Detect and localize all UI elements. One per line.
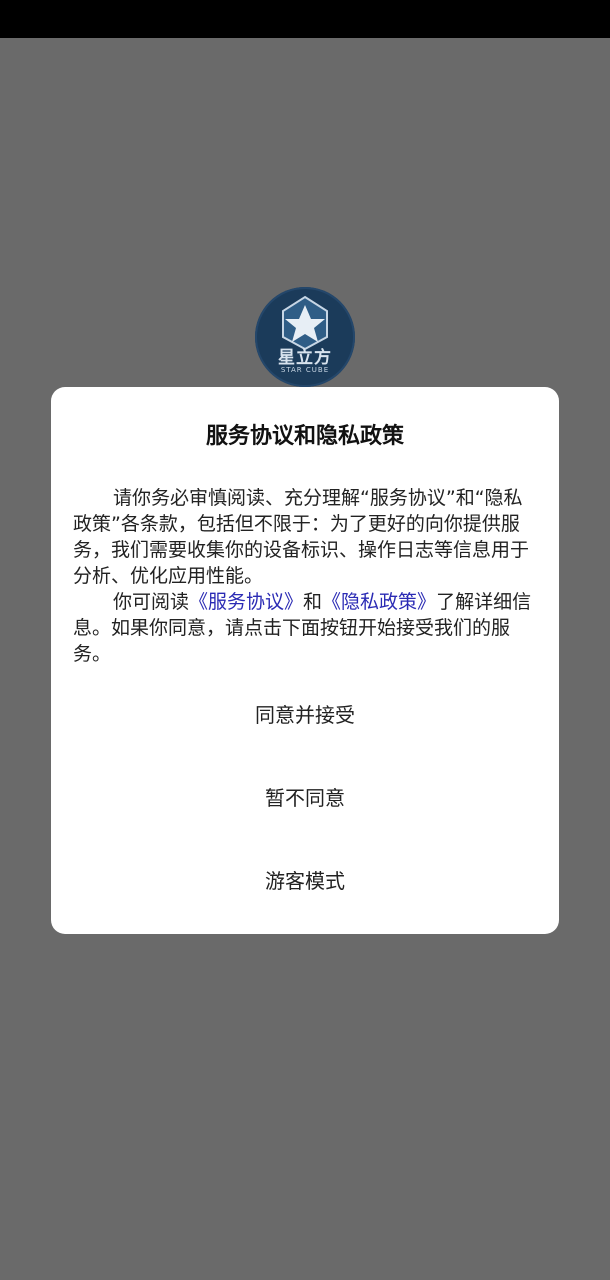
service-agreement-link[interactable]: 《服务协议》 (189, 591, 303, 613)
logo-chinese-text: 星立方 (278, 348, 332, 368)
guest-mode-button[interactable]: 游客模式 (51, 853, 559, 909)
para2-prefix: 你可阅读 (113, 591, 190, 613)
dialog-title: 服务协议和隐私政策 (205, 424, 404, 449)
privacy-dialog: 服务协议和隐私政策 请你务必审慎阅读、充分理解“服务协议”和“隐私政策”各条款，… (51, 387, 559, 934)
policy-paragraph-2: 你可阅读《服务协议》和《隐私政策》了解详细信息。如果你同意，请点击下面按钮开始接… (73, 589, 539, 667)
app-logo: 星立方 STAR CUBE (255, 287, 355, 387)
agree-button[interactable]: 同意并接受 (51, 687, 559, 743)
logo-english-text: STAR CUBE (280, 366, 330, 374)
disagree-button[interactable]: 暂不同意 (51, 770, 559, 826)
status-bar (0, 0, 610, 38)
policy-paragraph-1: 请你务必审慎阅读、充分理解“服务协议”和“隐私政策”各条款，包括但不限于：为了更… (73, 487, 530, 587)
dialog-body: 请你务必审慎阅读、充分理解“服务协议”和“隐私政策”各条款，包括但不限于：为了更… (73, 485, 539, 667)
para2-and: 和 (303, 591, 323, 613)
privacy-policy-link[interactable]: 《隐私政策》 (322, 591, 436, 613)
screen: 星立方 STAR CUBE 服务协议和隐私政策 请你务必审慎阅读、充分理解“服务… (0, 0, 610, 1280)
